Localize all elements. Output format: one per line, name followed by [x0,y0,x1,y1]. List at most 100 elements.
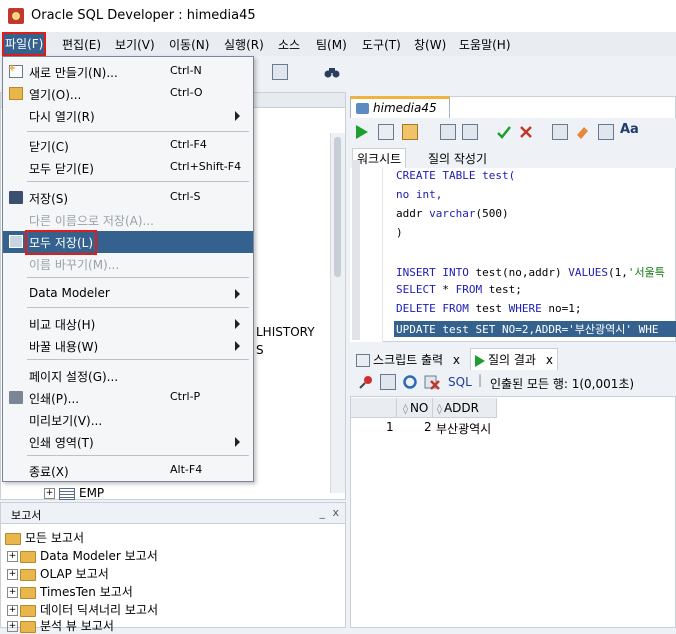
column-header-addr[interactable]: ◊ ADDR [433,398,497,418]
column-header-no[interactable]: ◊ NO [397,398,433,418]
menu-item-close-all[interactable]: 모두 닫기(E) Ctrl+Shift-F4 [3,157,253,179]
column-label: NO [409,401,429,415]
sort-icon[interactable]: ◊ [437,404,442,415]
tree-item-timesten-reports[interactable]: + TimesTen 보고서 [7,583,133,600]
editor-tab-himedia45[interactable]: himedia45 [350,96,450,118]
menu-item-reopen[interactable]: 다시 열기(R) [3,105,253,127]
menu-item-label: 다시 열기(R) [29,110,95,124]
sql-worksheet-icon[interactable] [272,64,288,80]
tab-script-output[interactable]: 스크립트 출력 x [356,351,460,368]
menu-edit[interactable]: 편집(E) [62,36,101,53]
minimize-icon[interactable]: _ [320,506,326,519]
menu-item-print-preview[interactable]: 미리보기(V)... [3,409,253,431]
menu-navigate[interactable]: 이동(N) [169,36,209,53]
print-icon [9,391,23,404]
menu-help[interactable]: 도움말(H) [459,36,511,53]
menu-item-data-modeler[interactable]: Data Modeler [3,283,253,305]
code-line-8[interactable]: DELETE FROM test WHERE no=1; [396,302,581,315]
query-result-icon [475,354,485,367]
rollback-icon[interactable] [518,124,534,140]
commit-icon[interactable] [402,124,418,140]
shortcut-label: Ctrl-P [170,390,201,403]
menu-item-label: Data Modeler [29,286,110,300]
explain-plan-icon[interactable] [440,124,456,140]
editor-toolbar: Aa [350,118,676,147]
menu-window[interactable]: 창(W) [414,36,446,53]
menu-item-close[interactable]: 닫기(C) Ctrl-F4 [3,135,253,157]
expand-icon[interactable]: + [7,569,18,580]
code-line-9-selected[interactable]: UPDATE test SET NO=2,ADDR='부산광역시' WHE [394,321,676,337]
menu-view[interactable]: 보기(V) [115,36,155,53]
change-case-icon[interactable]: Aa [620,122,639,138]
delete-result-icon[interactable] [424,374,440,390]
tree-partial-text-history: LHISTORY [256,325,315,339]
tree-item-olap-reports[interactable]: + OLAP 보고서 [7,565,109,582]
menu-source[interactable]: 소스 [278,36,300,53]
scrollbar-thumb[interactable] [334,137,341,277]
expand-icon[interactable]: + [7,551,18,562]
menu-item-print[interactable]: 인쇄(P)... Ctrl-P [3,387,253,409]
menu-item-compare-with[interactable]: 비교 대상(H) [3,313,253,335]
print-result-icon[interactable] [380,374,396,390]
menu-team[interactable]: 팀(M) [316,36,347,53]
code-line-1[interactable]: CREATE TABLE test( [396,169,515,182]
oracle-sql-developer-icon [8,8,24,24]
subtab-query-builder[interactable]: 질의 작성기 [428,150,487,167]
expand-icon[interactable]: + [44,488,55,499]
title-bar: Oracle SQL Developer : himedia45 [0,0,676,32]
subtab-worksheet[interactable]: 워크시트 [352,148,407,168]
tab-query-result[interactable]: 질의 결과 x [470,348,558,370]
menu-item-save-as[interactable]: 다른 이름으로 저장(A)... [3,209,253,231]
close-icon[interactable]: x [332,506,339,519]
menu-run[interactable]: 실행(R) [224,36,264,53]
reports-panel-title: 보고서 [11,509,42,522]
eraser-icon[interactable] [574,124,590,140]
menu-item-open[interactable]: 열기(O)... Ctrl-O [3,83,253,105]
reports-panel-header: 보고서 _ x [1,503,345,524]
code-line-3[interactable]: addr varchar(500) [396,207,509,220]
menu-item-save[interactable]: 저장(S) Ctrl-S [3,187,253,209]
code-line-4[interactable]: ) [396,226,403,239]
commit-check-icon[interactable] [496,124,512,140]
code-line-6[interactable]: INSERT INTO test(no,addr) VALUES(1,'서울특 [396,264,665,280]
tab-label: 스크립트 출력 [373,353,444,367]
menu-item-replace-with[interactable]: 바꿀 내용(W) [3,335,253,357]
code-line-2[interactable]: no int, [396,188,442,201]
menu-item-rename[interactable]: 이름 바꾸기(M)... [3,253,253,275]
expand-icon[interactable]: + [7,587,18,598]
menu-item-print-area[interactable]: 인쇄 영역(T) [3,431,253,453]
pin-icon[interactable] [358,374,374,390]
tree-item-analytic-view-reports[interactable]: + 분석 뷰 보고서 [7,617,114,634]
close-icon[interactable]: x [546,353,553,367]
tree-node-emp[interactable]: + EMP [44,486,104,500]
script-output-icon [356,354,370,367]
menu-item-label: 모두 닫기(E) [29,162,94,176]
sort-icon[interactable]: ◊ [403,404,408,415]
menu-item-save-all[interactable]: 모두 저장(L) [3,230,253,255]
autotrace-icon[interactable] [462,124,478,140]
sql-tuning-icon[interactable] [552,124,568,140]
menu-item-exit[interactable]: 종료(X) Alt-F4 [3,460,253,482]
table-icon [59,487,75,500]
connections-scrollbar[interactable] [330,133,345,493]
menu-tools[interactable]: 도구(T) [362,36,401,53]
tree-item-data-modeler-reports[interactable]: + Data Modeler 보고서 [7,547,158,564]
cell-no[interactable]: 2 [424,420,432,434]
binoculars-icon[interactable] [324,64,340,80]
code-line-7[interactable]: SELECT * FROM test; [396,283,522,296]
run-script-icon[interactable] [378,124,394,140]
sql-link[interactable]: SQL [448,375,472,389]
menu-item-new[interactable]: 새로 만들기(N)... Ctrl-N [3,61,253,83]
refresh-icon[interactable] [402,374,418,390]
run-statement-icon[interactable] [354,124,370,140]
expand-icon[interactable]: + [7,621,18,632]
tree-item-all-reports[interactable]: 모든 보고서 [5,529,84,546]
history-icon[interactable] [598,124,614,140]
menu-file[interactable]: 파일(F) [2,32,47,56]
tree-item-data-dictionary-reports[interactable]: + 데이터 딕셔너리 보고서 [7,601,158,618]
close-icon[interactable]: x [453,353,460,367]
window-title: Oracle SQL Developer : himedia45 [31,8,256,23]
expand-icon[interactable]: + [7,605,18,616]
menu-item-page-setup[interactable]: 페이지 설정(G)... [3,365,253,387]
cell-addr[interactable]: 부산광역시 [436,420,491,437]
